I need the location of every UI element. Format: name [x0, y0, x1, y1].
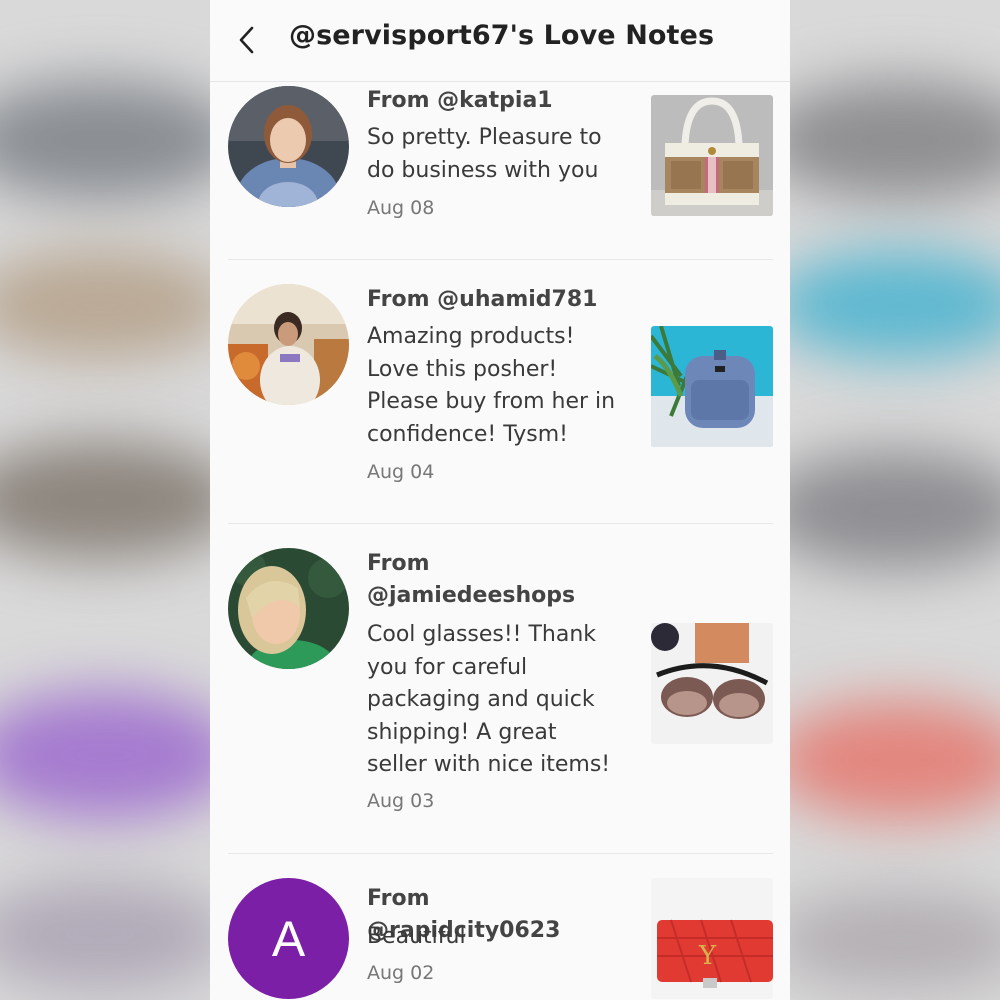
note-date: Aug 08 — [367, 197, 435, 219]
love-note-item: From @uhamid781 Amazing products! Love t… — [228, 260, 773, 524]
note-date: Aug 04 — [367, 461, 435, 483]
note-sender[interactable]: From @uhamid781 — [367, 284, 617, 316]
listing-thumbnail[interactable]: Y — [651, 878, 773, 999]
listing-thumbnail[interactable] — [651, 95, 773, 216]
note-message: Beautiful — [367, 924, 466, 949]
back-button[interactable] — [232, 18, 262, 62]
header-bar: @servisport67's Love Notes — [210, 0, 790, 82]
avatar[interactable] — [228, 548, 349, 669]
love-note-item: From @jamiedeeshops Cool glasses!! Thank… — [228, 524, 773, 854]
note-message: Cool glasses!! Thank you for careful pac… — [367, 622, 611, 777]
background-blur-left — [0, 0, 210, 1000]
note-message: Amazing products! Love this posher! Plea… — [367, 324, 616, 447]
love-note-item: From @katpia1 So pretty. Pleasure to do … — [228, 82, 773, 260]
svg-text:Y: Y — [698, 941, 717, 971]
love-notes-screen: @servisport67's Love Notes From @katpia1… — [210, 0, 790, 1000]
avatar[interactable] — [228, 284, 349, 405]
chevron-left-icon — [239, 26, 254, 54]
listing-thumbnail[interactable] — [651, 623, 773, 744]
note-sender[interactable]: From @jamiedeeshops — [367, 548, 575, 612]
avatar[interactable]: A — [228, 878, 349, 999]
note-sender[interactable]: From @katpia1 — [367, 85, 617, 117]
background-blur-right — [790, 0, 1000, 1000]
listing-thumbnail[interactable] — [651, 326, 773, 447]
note-message: So pretty. Pleasure to do business with … — [367, 125, 602, 183]
avatar[interactable] — [228, 86, 349, 207]
love-note-item: A From @rapidcity0623 Beautiful Aug 02 Y — [228, 854, 773, 1000]
note-date: Aug 03 — [367, 790, 435, 812]
page-title: @servisport67's Love Notes — [289, 20, 715, 51]
avatar-letter: A — [271, 910, 306, 967]
note-date: Aug 02 — [367, 962, 435, 984]
